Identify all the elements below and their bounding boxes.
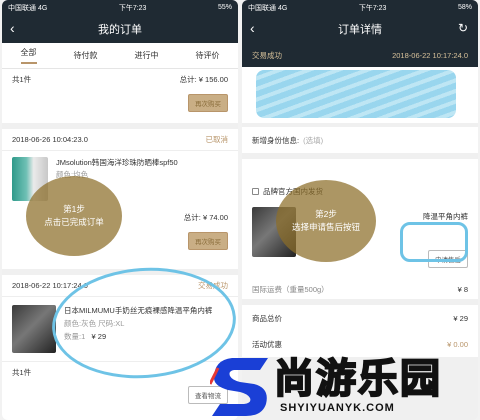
product-image[interactable] bbox=[12, 305, 56, 353]
nav-bar: ‹ 订单详情 ↻ bbox=[242, 15, 478, 43]
order-datetime: 2018-06-22 10:17:24.0 bbox=[392, 50, 468, 60]
tab-to-review[interactable]: 待评价 bbox=[196, 50, 220, 61]
watermark-brand: 尚游乐园 bbox=[273, 356, 442, 402]
shipping-price: ¥ 8 bbox=[457, 284, 468, 294]
page-title: 我的订单 bbox=[98, 24, 142, 36]
order-status-header: 交易成功 2018-06-22 10:17:24.0 bbox=[242, 43, 478, 67]
redaction-scribble bbox=[256, 70, 456, 118]
step-text: 点击已完成订单 bbox=[44, 217, 104, 227]
summary-value: ¥ 29 bbox=[453, 313, 468, 323]
order-tabs: 全部 待付款 进行中 待评价 bbox=[2, 43, 238, 69]
battery: 58% bbox=[457, 4, 472, 11]
order-status: 已取消 bbox=[205, 135, 229, 144]
site-watermark: 尚游乐园 SHYIYUANYK.COM bbox=[208, 340, 480, 420]
clock: 下午7:23 bbox=[118, 4, 147, 12]
step-label: 第1步 bbox=[63, 204, 85, 215]
battery: 55% bbox=[217, 4, 232, 11]
step-1-callout: 第1步 点击已完成订单 bbox=[26, 176, 122, 256]
summary-label: 商品总价 bbox=[252, 313, 282, 323]
clock: 下午7:23 bbox=[358, 4, 387, 12]
status-bar: 中国联通 4G 下午7:23 55% bbox=[2, 0, 238, 15]
back-icon[interactable]: ‹ bbox=[10, 20, 15, 36]
item-count: 共1件 bbox=[12, 368, 32, 377]
store-icon bbox=[252, 187, 259, 195]
network: 4G bbox=[37, 4, 48, 12]
status-bar: 中国联通 4G 下午7:23 58% bbox=[242, 0, 478, 15]
tab-all[interactable]: 全部 bbox=[20, 47, 37, 64]
page-title: 订单详情 bbox=[338, 24, 382, 36]
order-card[interactable]: 共1件 总计: ¥ 156.00 再次购买 bbox=[2, 69, 238, 123]
back-icon[interactable]: ‹ bbox=[250, 20, 255, 36]
id-info-hint: (选填) bbox=[303, 135, 324, 145]
network: 4G bbox=[277, 4, 288, 12]
item-count: 共1件 bbox=[12, 74, 32, 84]
watermark-domain: SHYIYUANYK.COM bbox=[280, 402, 395, 414]
id-info-row[interactable]: 新增身份信息: (选填) bbox=[242, 127, 478, 153]
shipping-info: 国际运费（重量500g） bbox=[252, 284, 329, 294]
highlight-circle bbox=[400, 222, 468, 262]
tab-in-progress[interactable]: 进行中 bbox=[135, 50, 159, 61]
step-2-callout: 第2步 选择申请售后按钮 bbox=[276, 180, 376, 262]
carrier: 中国联通 bbox=[248, 4, 276, 12]
phone-my-orders: 中国联通 4G 下午7:23 55% ‹ 我的订单 全部 待付款 进行中 待评价… bbox=[2, 0, 238, 420]
buy-again-button[interactable]: 再次购买 bbox=[188, 232, 228, 250]
order-total: 总计: ¥ 156.00 bbox=[179, 74, 228, 84]
id-info-label: 新增身份信息: bbox=[252, 135, 300, 145]
order-datetime: 2018-06-26 10:04:23.0 bbox=[12, 135, 88, 144]
refresh-icon[interactable]: ↻ bbox=[458, 21, 468, 35]
order-status: 交易成功 bbox=[252, 50, 282, 60]
order-total: 总计: ¥ 74.00 bbox=[183, 212, 228, 222]
tab-unpaid[interactable]: 待付款 bbox=[74, 50, 98, 61]
nav-bar: ‹ 我的订单 bbox=[2, 15, 238, 43]
carrier: 中国联通 bbox=[8, 4, 36, 12]
screenshot-stage: 中国联通 4G 下午7:23 55% ‹ 我的订单 全部 待付款 进行中 待评价… bbox=[0, 0, 480, 420]
step-label: 第2步 bbox=[315, 209, 337, 220]
buy-again-button[interactable]: 再次购买 bbox=[188, 94, 228, 112]
product-title[interactable]: JMsolution韩国海洋珍珠防晒棒spf50 bbox=[56, 157, 178, 169]
step-text: 选择申请售后按钮 bbox=[291, 222, 360, 232]
